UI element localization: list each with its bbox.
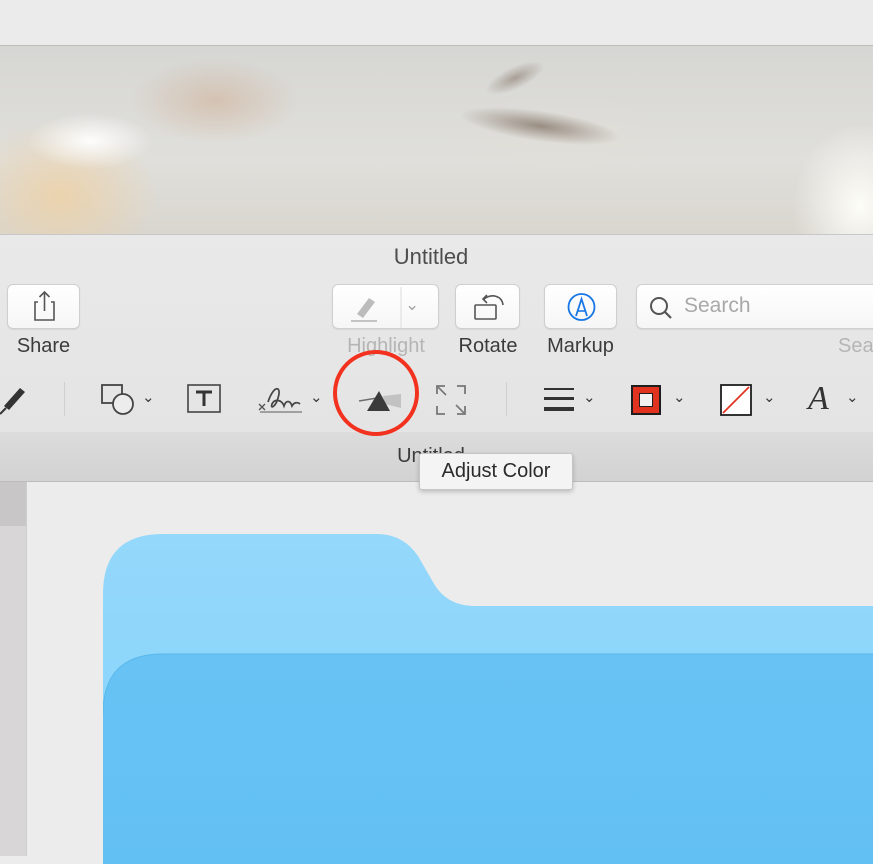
search-icon xyxy=(650,297,672,319)
rotate-label: Rotate xyxy=(458,335,518,357)
signature-icon[interactable] xyxy=(256,380,306,418)
rotate-button[interactable] xyxy=(455,284,520,329)
markup-label: Markup xyxy=(547,335,614,357)
desktop-blur-shape xyxy=(421,80,659,172)
window-top-edge xyxy=(0,0,873,46)
desktop-background xyxy=(0,46,873,234)
window-title: Untitled xyxy=(393,244,469,269)
shape-style-chevron-icon[interactable]: ⌄ xyxy=(583,388,596,406)
sidebar-thumbnail xyxy=(0,482,26,526)
markup-button[interactable] xyxy=(544,284,617,329)
shapes-chevron-icon[interactable]: ⌄ xyxy=(142,388,155,406)
fill-color-icon[interactable] xyxy=(720,384,752,416)
lines-icon[interactable] xyxy=(542,386,576,414)
search-placeholder: Search xyxy=(684,294,751,317)
markup-toolbar: ⌄ ⌄ ⌄ ⌄ ⌄ A ⌄ xyxy=(0,368,873,430)
text-box-icon[interactable] xyxy=(186,382,222,416)
rotate-icon xyxy=(474,294,504,320)
highlight-button[interactable]: ⌄ xyxy=(332,284,439,329)
font-icon[interactable]: A xyxy=(808,380,829,418)
share-icon xyxy=(34,290,55,321)
toolbar-divider xyxy=(64,382,65,416)
sidebar-strip xyxy=(0,482,27,856)
border-color-chevron-icon[interactable]: ⌄ xyxy=(673,388,686,406)
share-button[interactable] xyxy=(7,284,80,329)
fill-color-chevron-icon[interactable]: ⌄ xyxy=(763,388,776,406)
folder-image xyxy=(103,534,873,864)
text-style-chevron-icon[interactable]: ⌄ xyxy=(846,388,859,406)
pen-icon[interactable] xyxy=(0,382,30,416)
resize-icon[interactable] xyxy=(435,384,467,416)
search-field[interactable]: Search xyxy=(636,284,873,329)
shapes-icon[interactable] xyxy=(100,382,138,416)
annotation-circle xyxy=(333,350,419,436)
border-color-icon[interactable] xyxy=(630,384,662,416)
markup-icon xyxy=(567,293,596,321)
highlight-menu-chevron-icon[interactable]: ⌄ xyxy=(405,295,419,315)
document-canvas xyxy=(27,482,873,864)
highlighter-icon xyxy=(351,287,402,328)
toolbar-divider xyxy=(506,382,507,416)
sign-chevron-icon[interactable]: ⌄ xyxy=(310,388,323,406)
search-label: Sea xyxy=(838,335,873,357)
share-label: Share xyxy=(16,335,71,357)
adjust-color-tooltip: Adjust Color xyxy=(419,453,573,490)
